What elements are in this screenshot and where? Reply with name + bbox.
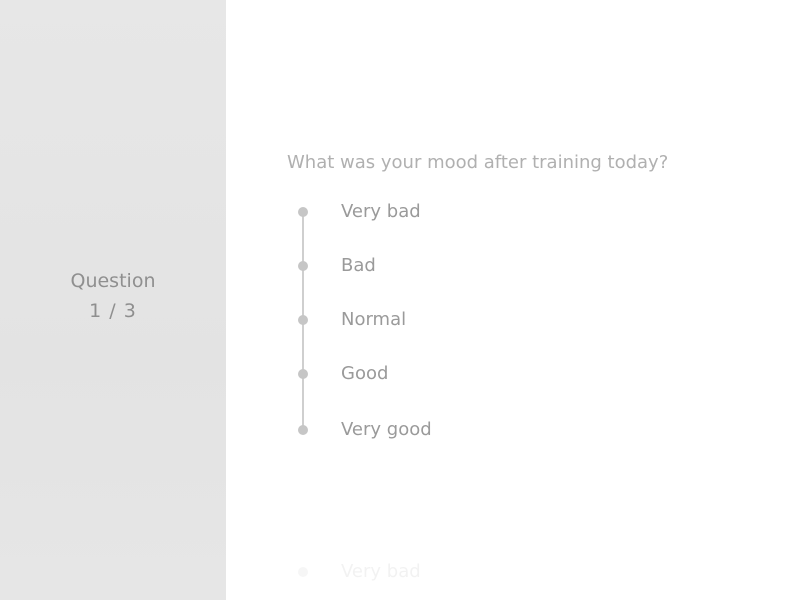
option-label: Very bad <box>341 561 421 582</box>
option-label: Normal <box>341 309 407 330</box>
next-question-preview: Very bad <box>287 560 587 584</box>
option-normal[interactable]: Normal <box>287 308 587 332</box>
answer-options: Very bad Bad Normal Good Very good <box>287 200 687 450</box>
radio-dot-icon <box>298 315 308 325</box>
question-progress: Question 1 / 3 <box>0 266 226 326</box>
option-label: Good <box>341 363 389 384</box>
radio-dot-icon <box>298 567 308 577</box>
question-panel: What was your mood after training today?… <box>226 0 800 600</box>
progress-label: Question <box>70 270 156 292</box>
question-text: What was your mood after training today? <box>287 152 669 173</box>
radio-dot-icon <box>298 369 308 379</box>
radio-dot-icon <box>298 261 308 271</box>
option-bad[interactable]: Bad <box>287 254 587 278</box>
option-very-good[interactable]: Very good <box>287 418 587 442</box>
sidebar: Question 1 / 3 <box>0 0 226 600</box>
option-very-bad[interactable]: Very bad <box>287 200 587 224</box>
option-label: Very good <box>341 419 432 440</box>
radio-dot-icon <box>298 207 308 217</box>
survey-page: Question 1 / 3 What was your mood after … <box>0 0 800 600</box>
option-good[interactable]: Good <box>287 362 587 386</box>
option-label: Very bad <box>341 201 421 222</box>
progress-count: 1 / 3 <box>89 300 137 322</box>
radio-dot-icon <box>298 425 308 435</box>
option-label: Bad <box>341 255 376 276</box>
